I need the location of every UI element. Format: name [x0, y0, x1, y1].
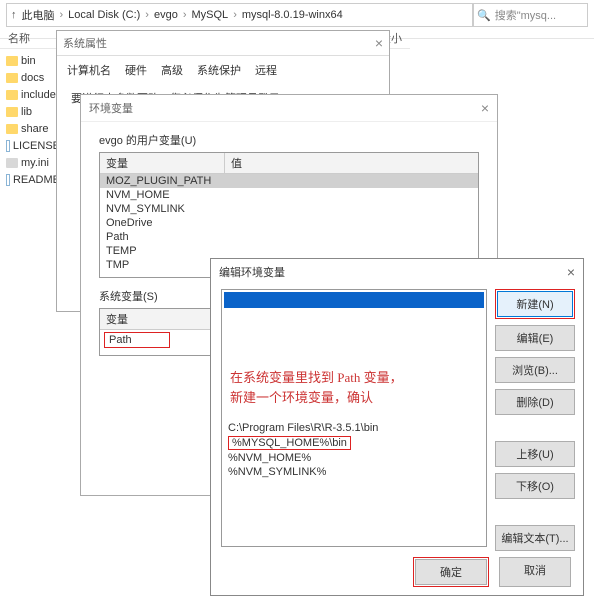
file-item[interactable]: docs — [6, 69, 60, 86]
tab[interactable]: 硬件 — [125, 62, 147, 78]
path-entries-list[interactable]: 在系统变量里找到 Path 变量， 新建一个环境变量，确认 C:\Program… — [221, 289, 487, 547]
titlebar[interactable]: 编辑环境变量 × — [211, 259, 583, 285]
cancel-button[interactable]: 取消 — [499, 557, 571, 587]
var-row[interactable]: MOZ_PLUGIN_PATH — [100, 174, 478, 188]
crumb[interactable]: MySQL — [189, 9, 232, 21]
search-icon: 🔍 — [477, 9, 491, 22]
tab[interactable]: 计算机名 — [67, 62, 111, 78]
ok-button-highlight: 确定 — [413, 557, 489, 587]
path-row[interactable]: %NVM_SYMLINK% — [228, 465, 480, 479]
tab-advanced[interactable]: 高级 — [161, 62, 183, 78]
crumb[interactable]: 此电脑 — [19, 7, 58, 23]
edit-button[interactable]: 编辑(E) — [495, 325, 575, 351]
search-placeholder: 搜索"mysq... — [495, 7, 556, 23]
var-row[interactable]: OneDrive — [100, 216, 478, 230]
folder-icon — [6, 90, 18, 100]
search-box[interactable]: 🔍 搜索"mysq... — [472, 3, 588, 27]
path-var-highlight[interactable]: Path — [104, 332, 170, 348]
ok-button[interactable]: 确定 — [415, 559, 487, 585]
path-row[interactable]: %NVM_HOME% — [228, 451, 480, 465]
user-vars-label: evgo 的用户变量(U) — [99, 132, 497, 148]
var-row[interactable]: NVM_SYMLINK — [100, 202, 478, 216]
close-icon[interactable]: × — [567, 264, 575, 280]
file-item[interactable]: bin — [6, 52, 60, 69]
file-list: bin docs include lib share LICENSE my.in… — [6, 52, 60, 188]
dialog-title: 编辑环境变量 — [219, 264, 285, 280]
address-bar[interactable]: ↑ 此电脑› Local Disk (C:)› evgo› MySQL› mys… — [6, 3, 474, 27]
file-item[interactable]: share — [6, 120, 60, 137]
titlebar[interactable]: 系统属性 × — [57, 31, 389, 56]
crumb[interactable]: Local Disk (C:) — [65, 9, 143, 21]
edit-text-button[interactable]: 编辑文本(T)... — [495, 525, 575, 551]
edit-env-var-dialog: 编辑环境变量 × 在系统变量里找到 Path 变量， 新建一个环境变量，确认 C… — [210, 258, 584, 596]
move-down-button[interactable]: 下移(O) — [495, 473, 575, 499]
dialog-footer: 确定 取消 — [211, 557, 583, 587]
titlebar[interactable]: 环境变量 × — [81, 95, 497, 122]
path-entries: C:\Program Files\R\R-3.5.1\bin %MYSQL_HO… — [222, 421, 486, 479]
selected-entry[interactable] — [224, 292, 484, 308]
new-button-highlight: 新建(N) — [495, 289, 575, 319]
move-up-button[interactable]: 上移(U) — [495, 441, 575, 467]
file-icon — [6, 140, 10, 152]
var-row[interactable]: TEMP — [100, 244, 478, 258]
tab[interactable]: 远程 — [255, 62, 277, 78]
file-icon — [6, 174, 10, 186]
var-row[interactable]: Path — [100, 230, 478, 244]
annotation-text: 在系统变量里找到 Path 变量， 新建一个环境变量，确认 — [222, 310, 486, 421]
folder-icon — [6, 56, 18, 66]
mysql-path-highlight: %MYSQL_HOME%\bin — [228, 436, 351, 450]
delete-button[interactable]: 删除(D) — [495, 389, 575, 415]
crumb[interactable]: mysql-8.0.19-winx64 — [239, 9, 346, 21]
file-item[interactable]: include — [6, 86, 60, 103]
close-icon[interactable]: × — [375, 35, 383, 51]
folder-icon — [6, 73, 18, 83]
up-icon[interactable]: ↑ — [11, 9, 17, 21]
file-item[interactable]: README — [6, 171, 60, 188]
var-row[interactable]: NVM_HOME — [100, 188, 478, 202]
file-item[interactable]: lib — [6, 103, 60, 120]
new-button[interactable]: 新建(N) — [497, 291, 573, 317]
dialog-title: 系统属性 — [63, 35, 107, 51]
path-row[interactable]: %MYSQL_HOME%\bin — [228, 435, 480, 451]
tab[interactable]: 系统保护 — [197, 62, 241, 78]
tab-strip: 计算机名 硬件 高级 系统保护 远程 — [57, 56, 389, 84]
file-item[interactable]: my.ini — [6, 154, 60, 171]
side-buttons: 新建(N) 编辑(E) 浏览(B)... 删除(D) 上移(U) 下移(O) 编… — [495, 289, 575, 551]
folder-icon — [6, 107, 18, 117]
dialog-title: 环境变量 — [89, 100, 133, 116]
file-icon — [6, 158, 18, 168]
list-header: 变量值 — [100, 153, 478, 174]
file-item[interactable]: LICENSE — [6, 137, 60, 154]
browse-button[interactable]: 浏览(B)... — [495, 357, 575, 383]
crumb[interactable]: evgo — [151, 9, 181, 21]
folder-icon — [6, 124, 18, 134]
path-row[interactable]: C:\Program Files\R\R-3.5.1\bin — [228, 421, 480, 435]
close-icon[interactable]: × — [481, 100, 489, 116]
